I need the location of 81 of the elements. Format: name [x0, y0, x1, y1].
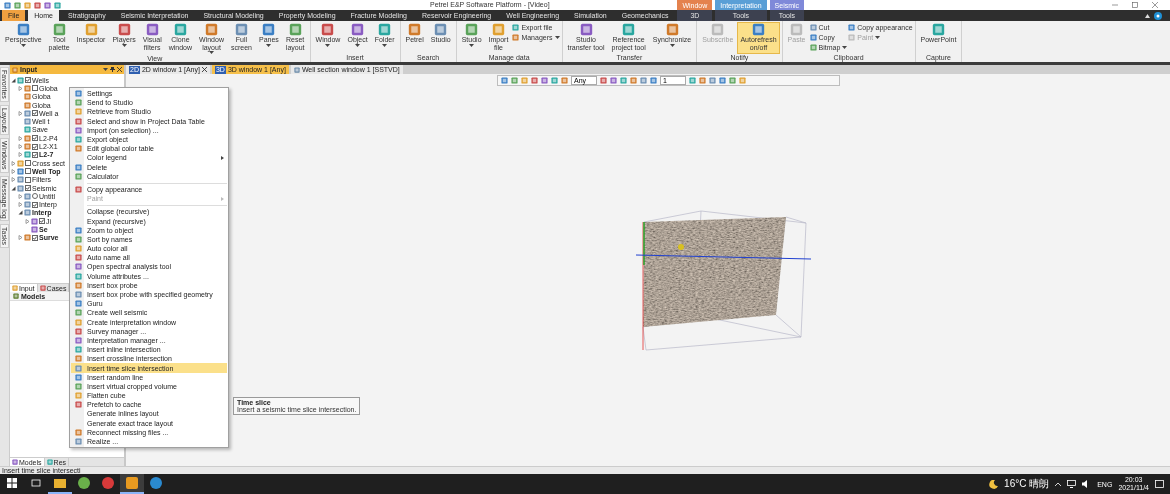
square-icon	[491, 23, 505, 36]
square-icon	[848, 34, 856, 41]
square-icon	[262, 23, 276, 36]
task-view-icon	[31, 479, 41, 487]
collapsed-arrow-icon[interactable]	[18, 110, 23, 116]
close-icon[interactable]	[201, 67, 207, 72]
checkbox[interactable]	[32, 85, 38, 92]
collapsed-arrow-icon[interactable]	[18, 202, 23, 208]
checkbox[interactable]	[39, 218, 45, 225]
checkbox[interactable]	[25, 185, 31, 191]
collapsed-arrow-icon[interactable]	[18, 193, 23, 199]
help-icon[interactable]	[1154, 11, 1162, 20]
collapsed-arrow-icon[interactable]	[18, 135, 23, 141]
app-icon	[126, 477, 138, 489]
square-icon	[790, 23, 804, 36]
pin-icon[interactable]	[110, 67, 115, 72]
collapsed-arrow-icon[interactable]	[25, 218, 30, 224]
radio-button[interactable]	[32, 193, 38, 200]
square-icon	[579, 23, 593, 36]
taskbar-app[interactable]	[120, 474, 144, 494]
collapsed-arrow-icon[interactable]	[11, 177, 16, 183]
square-icon	[512, 24, 520, 31]
expanded-arrow-icon[interactable]	[11, 77, 16, 83]
square-icon	[512, 34, 520, 41]
square-icon	[173, 23, 187, 36]
square-icon	[52, 23, 66, 36]
square-icon	[205, 23, 218, 36]
square-icon	[848, 24, 856, 31]
collapsed-arrow-icon[interactable]	[18, 85, 23, 91]
square-icon	[117, 23, 131, 36]
checkbox[interactable]	[25, 176, 31, 183]
checkbox[interactable]	[25, 168, 31, 175]
app-icon	[54, 477, 66, 489]
square-icon	[809, 34, 817, 41]
square-icon	[465, 23, 479, 36]
checkbox[interactable]	[32, 135, 38, 142]
chevron-up-icon[interactable]	[1055, 482, 1062, 486]
square-icon	[378, 23, 392, 36]
square-icon	[665, 23, 679, 36]
square-icon	[711, 23, 725, 36]
app-icon	[78, 477, 90, 489]
expanded-arrow-icon[interactable]	[11, 185, 16, 191]
marker-dot	[678, 244, 684, 250]
square-icon	[752, 23, 765, 36]
square-icon	[351, 23, 365, 36]
app-icon	[150, 477, 162, 489]
square-icon	[145, 23, 159, 36]
collapsed-arrow-icon[interactable]	[18, 235, 23, 241]
checkbox[interactable]	[32, 201, 38, 208]
checkbox[interactable]	[32, 234, 38, 241]
square-icon	[434, 23, 448, 36]
app-icon	[102, 477, 114, 489]
square-icon	[809, 24, 817, 31]
collapsed-arrow-icon[interactable]	[11, 168, 16, 174]
collapsed-arrow-icon[interactable]	[18, 144, 23, 149]
network-icon[interactable]	[1067, 480, 1077, 488]
close-icon[interactable]	[117, 67, 122, 72]
square-icon	[622, 23, 636, 36]
notification-icon[interactable]	[1155, 479, 1164, 489]
square-icon	[931, 23, 945, 36]
checkbox[interactable]	[32, 143, 38, 150]
square-icon	[408, 23, 422, 36]
dropdown-icon	[103, 68, 108, 71]
square-icon	[234, 23, 248, 36]
square-icon	[16, 23, 30, 36]
checkbox[interactable]	[32, 110, 38, 117]
checkbox[interactable]	[25, 77, 31, 84]
collapse-ribbon-icon[interactable]	[1145, 13, 1150, 18]
collapsed-arrow-icon[interactable]	[18, 152, 23, 158]
checkbox[interactable]	[32, 151, 38, 158]
expanded-arrow-icon[interactable]	[18, 210, 23, 216]
square-icon	[809, 44, 817, 51]
square-icon	[321, 23, 335, 36]
windows-logo-icon	[7, 478, 17, 488]
collapsed-arrow-icon[interactable]	[11, 160, 16, 166]
maximize-icon[interactable]	[1132, 2, 1138, 8]
checkbox[interactable]	[25, 160, 31, 167]
square-icon	[84, 23, 98, 36]
square-icon	[288, 23, 302, 36]
moon-icon	[989, 479, 999, 489]
weather-text[interactable]: 16°C 晴朗	[1004, 477, 1050, 491]
